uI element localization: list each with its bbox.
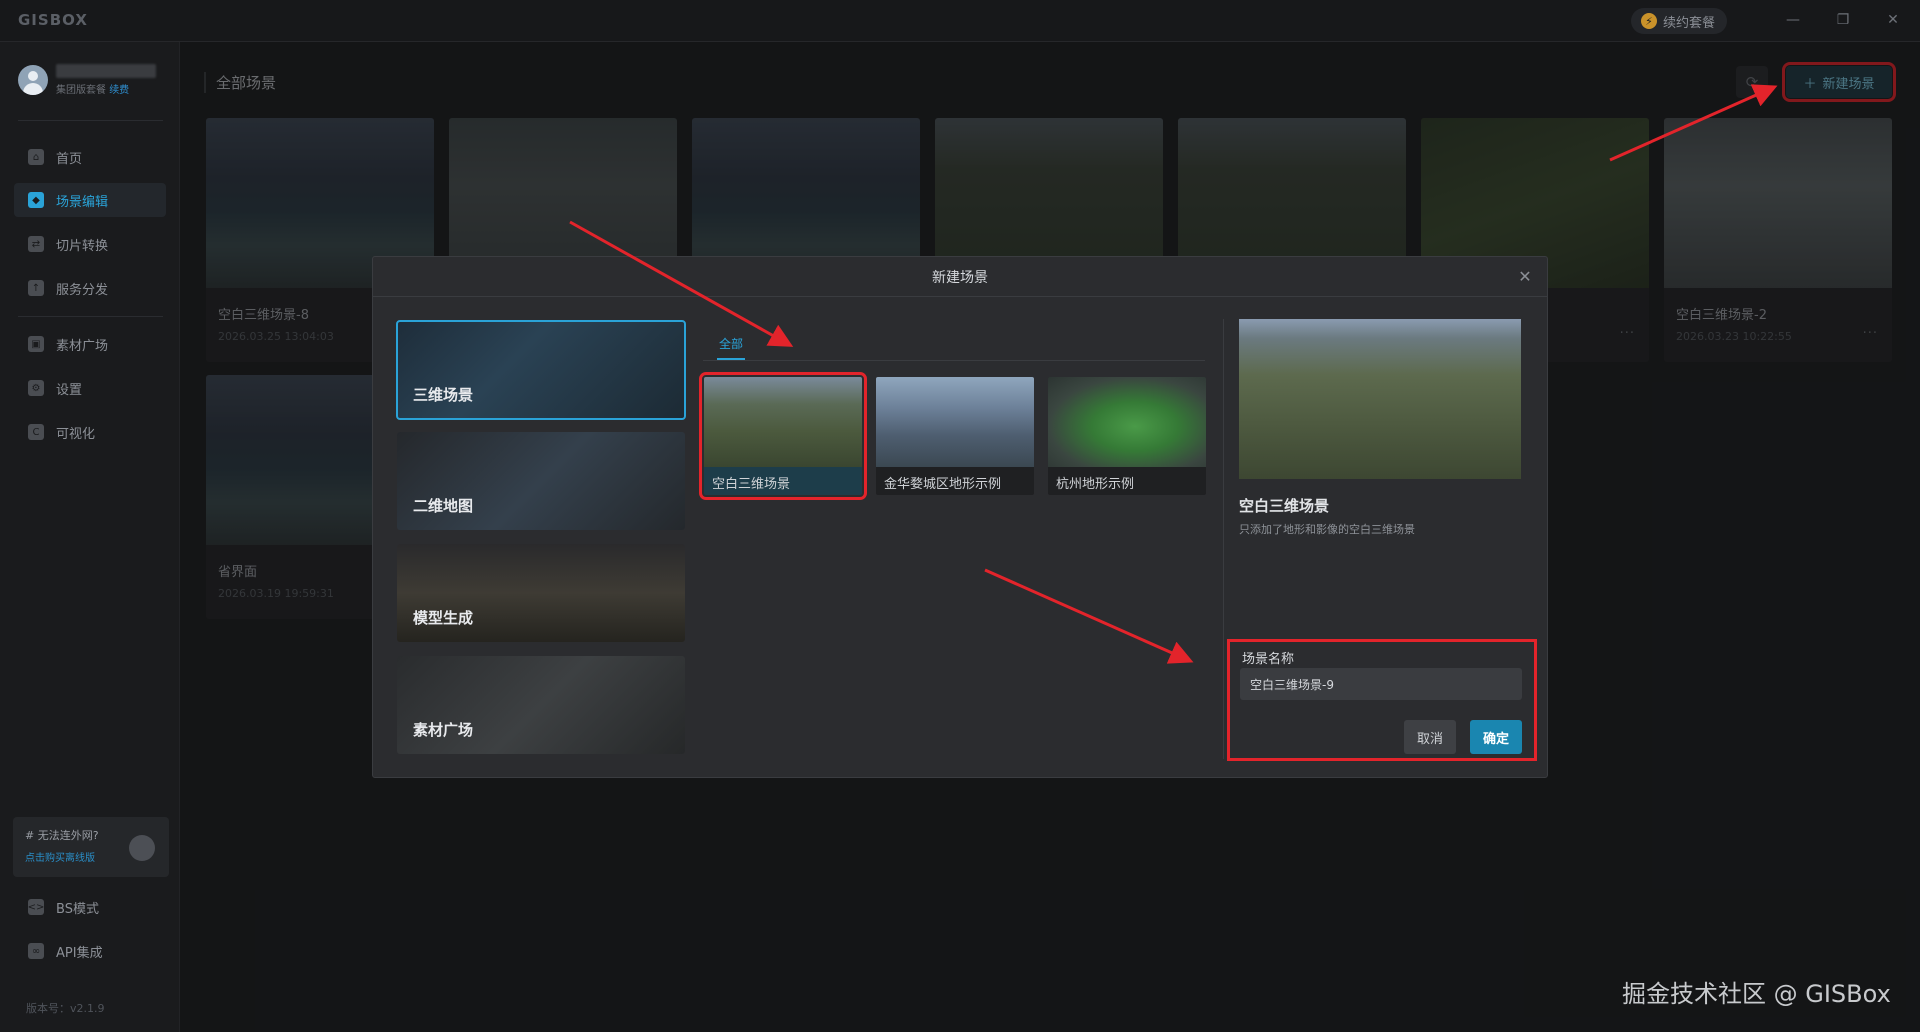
sidebar-item-label: 素材广场	[56, 338, 109, 354]
image-icon: ▣	[28, 336, 44, 352]
template-thumbnail	[876, 377, 1034, 467]
template-label: 空白三维场景	[712, 477, 791, 492]
template-preview-image	[1239, 319, 1521, 479]
confirm-button[interactable]: 确定	[1470, 720, 1522, 754]
category-label: 三维场景	[413, 386, 474, 404]
template-jinhua[interactable]: 金华婺城区地形示例	[876, 377, 1034, 495]
template-hangzhou[interactable]: 杭州地形示例	[1048, 377, 1206, 495]
sidebar-item-label: 切片转换	[56, 238, 109, 254]
category-model-gen[interactable]: 模型生成	[397, 544, 685, 642]
sidebar-item-label: 场景编辑	[56, 194, 109, 210]
sidebar-item-label: 首页	[56, 151, 83, 167]
category-label: 模型生成	[413, 609, 474, 627]
version-label: 版本号：v2.1.9	[26, 1002, 105, 1015]
app-window: GISBOX ⚡ 续约套餐 — ❐ ✕ 集团版套餐 续费 ⌂ 首页 ◆ 场景编辑…	[0, 0, 1920, 1032]
category-asset-square[interactable]: 素材广场	[397, 656, 685, 754]
gear-icon: ⚙	[28, 380, 44, 396]
sidebar: 集团版套餐 续费 ⌂ 首页 ◆ 场景编辑 ⇄ 切片转换 ↑ 服务分发 ▣ 素材广…	[0, 42, 180, 1032]
divider	[1223, 319, 1224, 759]
template-thumbnail	[1048, 377, 1206, 467]
satellite-icon	[129, 835, 155, 861]
app-logo: GISBOX	[18, 11, 88, 29]
template-label: 杭州地形示例	[1056, 477, 1135, 492]
watermark: 掘金技术社区 @ GISBox	[1622, 980, 1891, 1008]
upload-icon: ↑	[28, 280, 44, 296]
sidebar-item-visualize[interactable]: C 可视化	[14, 415, 166, 449]
template-label: 金华婺城区地形示例	[884, 477, 1002, 492]
close-window-button[interactable]: ✕	[1880, 8, 1906, 32]
title-bar: GISBOX ⚡ 续约套餐 — ❐ ✕	[0, 0, 1920, 42]
sidebar-item-label: 设置	[56, 382, 83, 398]
sidebar-item-service[interactable]: ↑ 服务分发	[14, 271, 166, 305]
template-thumbnail	[704, 377, 862, 467]
code-icon: <>	[28, 899, 44, 915]
dialog-header: 新建场景 ✕	[373, 257, 1547, 297]
sidebar-item-api[interactable]: ∞ API集成	[14, 934, 166, 968]
cube-icon: ◆	[28, 192, 44, 208]
user-plan-label: 集团版套餐	[56, 85, 106, 96]
link-icon: ∞	[28, 943, 44, 959]
restore-button[interactable]: ❐	[1830, 8, 1856, 32]
chart-icon: C	[28, 424, 44, 440]
minimize-button[interactable]: —	[1780, 8, 1806, 32]
sidebar-item-assets[interactable]: ▣ 素材广场	[14, 327, 166, 361]
category-label: 二维地图	[413, 497, 474, 515]
user-name-blurred	[56, 64, 156, 78]
convert-icon: ⇄	[28, 236, 44, 252]
preview-description: 只添加了地形和影像的空白三维场景	[1239, 523, 1415, 536]
renew-plan-button[interactable]: ⚡ 续约套餐	[1631, 8, 1728, 34]
renew-plan-label: 续约套餐	[1663, 15, 1716, 31]
sidebar-item-tile-convert[interactable]: ⇄ 切片转换	[14, 227, 166, 261]
sidebar-item-label: BS模式	[56, 901, 99, 917]
dialog-title: 新建场景	[932, 269, 988, 286]
renew-link[interactable]: 续费	[109, 85, 129, 96]
sidebar-item-label: 可视化	[56, 426, 96, 442]
divider	[703, 360, 1205, 361]
lightning-icon: ⚡	[1641, 13, 1657, 29]
new-scene-dialog: 新建场景 ✕ 三维场景 二维地图 模型生成 素材广场 全部 空白三维场景 金华婺…	[372, 256, 1548, 778]
offline-promo[interactable]: # 无法连外网? 点击购买离线版	[13, 817, 169, 877]
user-profile[interactable]: 集团版套餐 续费	[18, 64, 156, 96]
scene-name-input[interactable]	[1240, 668, 1522, 700]
divider	[18, 120, 163, 121]
avatar	[18, 65, 48, 95]
divider	[18, 316, 163, 317]
scene-name-label: 场景名称	[1242, 652, 1295, 667]
sidebar-item-settings[interactable]: ⚙ 设置	[14, 371, 166, 405]
sidebar-item-label: 服务分发	[56, 282, 109, 298]
home-icon: ⌂	[28, 149, 44, 165]
preview-title: 空白三维场景	[1239, 497, 1330, 515]
category-label: 素材广场	[413, 721, 474, 739]
cancel-button[interactable]: 取消	[1404, 720, 1456, 754]
sidebar-item-home[interactable]: ⌂ 首页	[14, 140, 166, 174]
category-2d-map[interactable]: 二维地图	[397, 432, 685, 530]
sidebar-item-scene-edit[interactable]: ◆ 场景编辑	[14, 183, 166, 217]
template-blank-3d[interactable]: 空白三维场景	[699, 372, 867, 500]
user-plan: 集团版套餐 续费	[56, 81, 156, 96]
category-3d-scene[interactable]: 三维场景	[396, 320, 686, 420]
tab-all[interactable]: 全部	[719, 335, 743, 352]
scene-name-form: 场景名称 取消 确定	[1227, 639, 1537, 761]
close-icon[interactable]: ✕	[1515, 266, 1535, 286]
sidebar-item-bs-mode[interactable]: <> BS模式	[14, 890, 166, 924]
sidebar-item-label: API集成	[56, 945, 103, 961]
